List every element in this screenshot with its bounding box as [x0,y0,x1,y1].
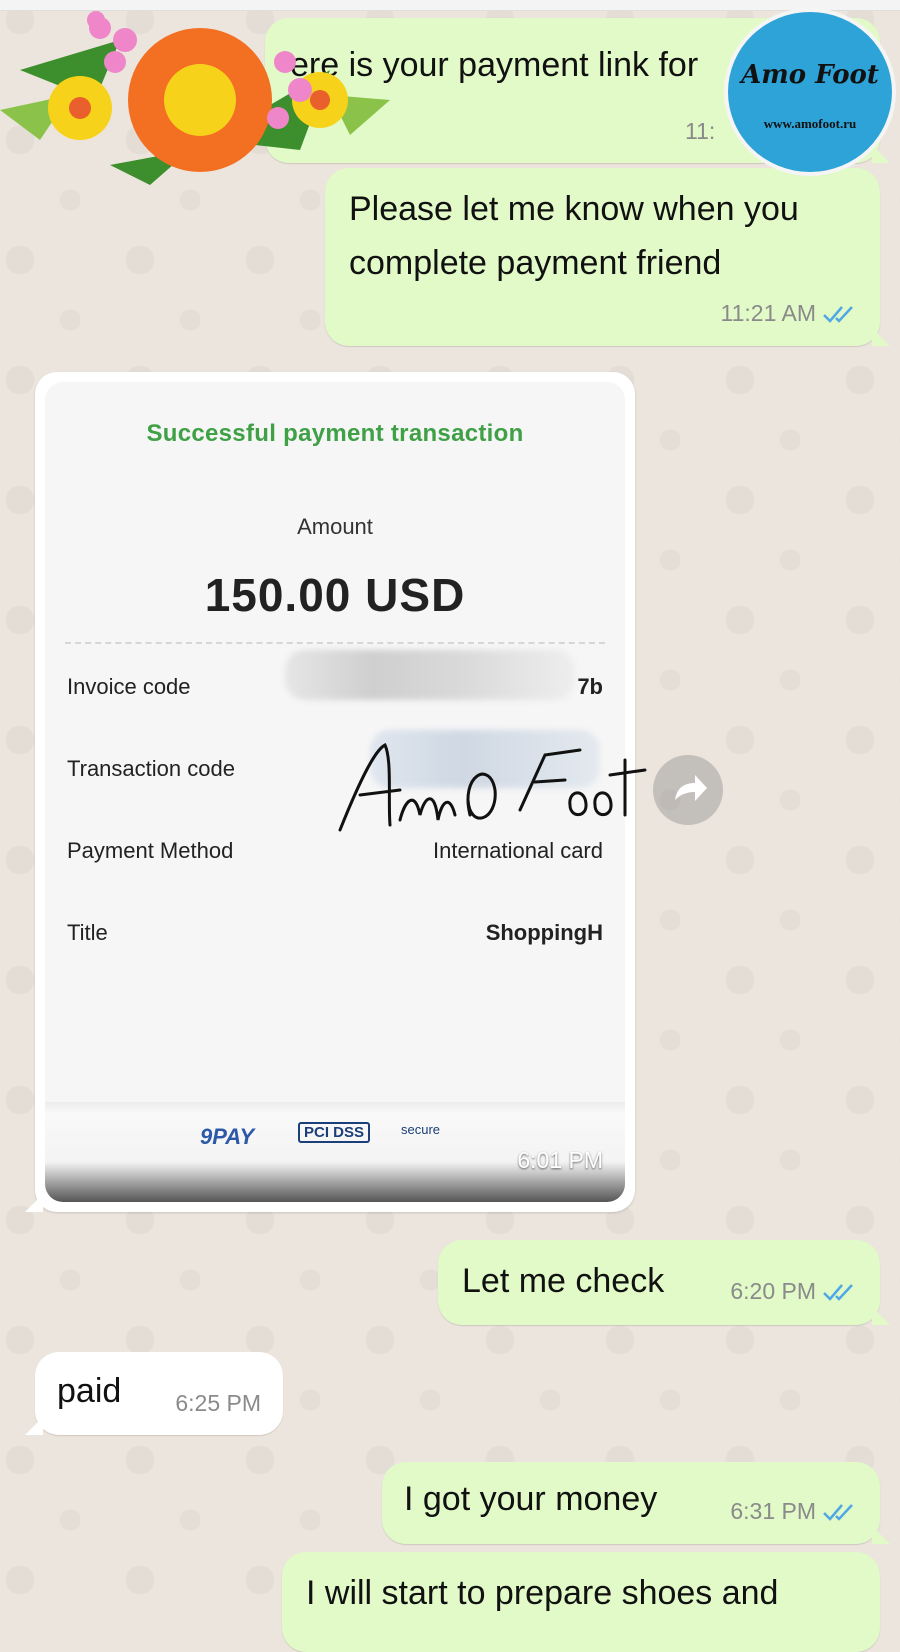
secure-logo: secure [401,1122,441,1137]
double-check-icon [823,305,853,323]
message-time: 11:21 AM [720,300,816,326]
logo-url: www.amofoot.ru [763,116,857,131]
receipt-title: Successful payment transaction [146,420,524,447]
message-meta: 6:31 PM [730,1498,860,1525]
receipt-row-title: Title ShoppingH [67,920,603,960]
message-incoming[interactable]: paid 6:25 PM [25,1352,283,1435]
image-time: 6:01 PM [517,1147,603,1173]
row-value: 7b [577,674,603,699]
row-label: Invoice code [67,674,191,699]
message-outgoing[interactable]: I will start to prepare shoes and [282,1552,880,1652]
message-meta: 11: [685,118,715,145]
signature-watermark [338,742,647,832]
amount-label: Amount [297,514,373,539]
divider [65,642,605,644]
row-value: ShoppingH [485,920,603,945]
double-check-icon [823,1503,853,1521]
message-meta: 6:20 PM [730,1278,860,1305]
message-time: 6:20 PM [730,1278,816,1304]
message-text: Let me check [462,1262,665,1300]
forward-icon [675,775,707,801]
amofoot-logo: Amo Foot www.amofoot.ru [728,12,892,172]
message-text: paid [57,1372,122,1410]
redacted-area [285,650,575,700]
message-meta: 11:21 AM [721,300,860,327]
message-text: I got your money [404,1480,658,1518]
message-text: Please let me know when you complete pay… [349,190,809,282]
message-time: 6:31 PM [730,1498,816,1524]
logo-name: Amo Foot [741,60,879,90]
message-outgoing[interactable]: I got your money 6:31 PM [382,1462,890,1544]
pay-logo: 9PAY [200,1124,255,1149]
message-text: I will start to prepare shoes and [306,1574,779,1612]
message-outgoing[interactable]: Please let me know when you complete pay… [325,168,890,346]
message-time: 11: [685,118,716,144]
row-label: Transaction code [67,756,235,781]
message-outgoing[interactable]: Let me check 6:20 PM [438,1240,890,1325]
flower-sticker [0,11,390,185]
amount-value: 150.00 USD [204,569,466,621]
forward-button[interactable] [653,755,723,825]
row-label: Title [67,920,108,945]
row-label: Payment Method [67,838,234,863]
message-meta: 6:25 PM [175,1390,261,1417]
double-check-icon [823,1283,853,1301]
pci-logo: PCI DSS [298,1122,371,1143]
message-time: 6:25 PM [175,1390,261,1416]
